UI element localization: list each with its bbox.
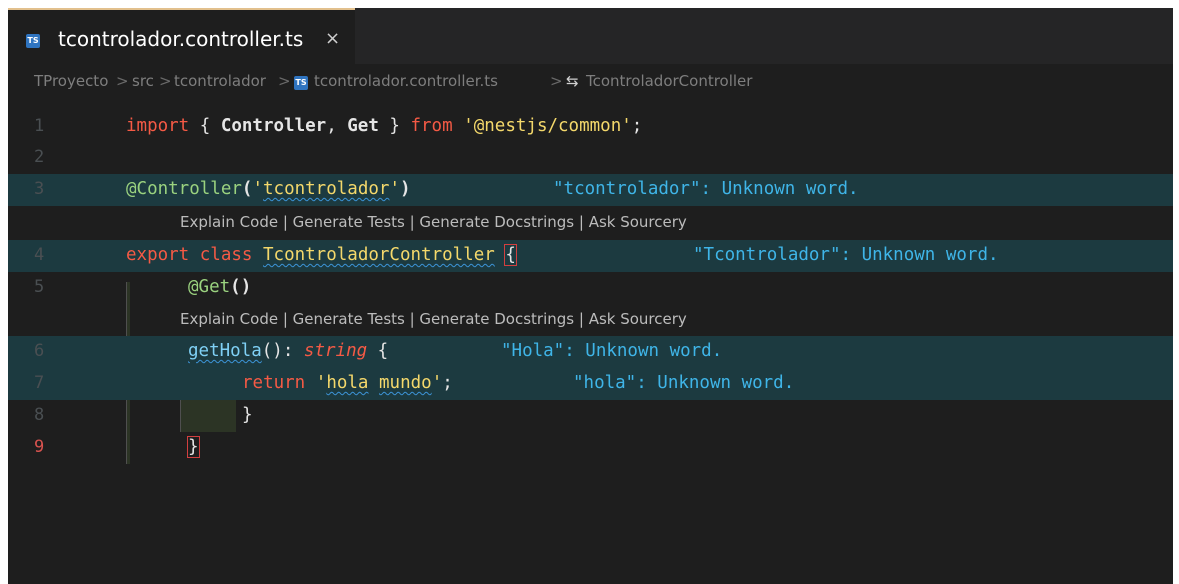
- spell-check-message: "tcontrolador": Unknown word.: [553, 179, 859, 199]
- code-token: }: [187, 436, 200, 458]
- string-literal: ': [431, 373, 443, 393]
- function-name: getHola: [188, 341, 262, 361]
- breadcrumb-file[interactable]: tcontrolador.controller.ts: [314, 72, 498, 90]
- decorator: @Controller: [126, 179, 242, 199]
- code-token: ): [399, 179, 411, 199]
- code-token: {: [189, 116, 221, 136]
- code-token: {: [367, 341, 389, 361]
- decorator: @Get: [188, 277, 231, 297]
- breadcrumb: TProyecto > src > tcontrolador > TS tcon…: [8, 64, 1173, 94]
- sourcery-codelens[interactable]: Explain Code | Generate Tests | Generate…: [180, 310, 687, 328]
- line-number: 2: [34, 147, 45, 167]
- code-token: (: [241, 179, 253, 199]
- keyword: export: [126, 245, 190, 265]
- code-token: ,: [326, 116, 348, 136]
- chevron-right-icon: >: [116, 72, 129, 90]
- line-number: 4: [34, 245, 45, 265]
- keyword: import: [126, 116, 190, 136]
- line-number: 3: [34, 179, 45, 199]
- tab-bar: TS tcontrolador.controller.ts ×: [8, 8, 1173, 64]
- code-line-3[interactable]: 3 @Controller('tcontrolador') "tcontrola…: [8, 174, 1173, 206]
- tab-label: tcontrolador.controller.ts: [58, 27, 304, 51]
- string-literal: ': [252, 179, 263, 199]
- close-icon[interactable]: ×: [325, 28, 340, 49]
- line-number: 7: [34, 373, 45, 393]
- breadcrumb-tcontrolador[interactable]: tcontrolador: [174, 72, 266, 90]
- misspelled-word: hola: [326, 373, 369, 393]
- code-token: }: [378, 116, 411, 136]
- string-literal: ': [315, 373, 327, 393]
- misspelled-word: mundo: [379, 373, 432, 393]
- line-number: 1: [34, 116, 45, 136]
- keyword: class: [199, 245, 253, 265]
- type-annotation: string: [303, 341, 368, 361]
- line-number: 6: [34, 341, 45, 361]
- code-line-1[interactable]: 1 import { Controller, Get } from '@nest…: [8, 111, 1173, 143]
- code-line-7[interactable]: 7 return 'hola mundo'; "hola": Unknown w…: [8, 368, 1173, 400]
- chevron-right-icon: >: [550, 72, 563, 90]
- keyword: from: [410, 116, 453, 136]
- editor-window: TS tcontrolador.controller.ts × TProyect…: [8, 8, 1173, 584]
- code-line-5[interactable]: 5 @Get(): [8, 272, 1173, 304]
- code-token: (): [230, 277, 252, 297]
- misspelled-word: tcontrolador: [263, 179, 390, 199]
- string-literal: ': [389, 179, 400, 199]
- code-token: ():: [261, 341, 304, 361]
- spell-check-message: "hola": Unknown word.: [573, 373, 795, 393]
- line-number: 8: [34, 405, 45, 425]
- code-token: Controller: [220, 116, 327, 136]
- code-line-9[interactable]: 9 }: [8, 432, 1173, 464]
- chevron-right-icon: >: [159, 72, 172, 90]
- chevron-right-icon: >: [278, 72, 291, 90]
- misspelled-word: TcontroladorController: [263, 245, 495, 265]
- code-token: }: [242, 405, 253, 425]
- typescript-file-icon: TS: [294, 76, 308, 90]
- class-symbol-icon: ⇆: [566, 72, 579, 90]
- breadcrumb-symbol[interactable]: TcontroladorController: [586, 72, 752, 90]
- line-number: 5: [34, 277, 45, 297]
- line-number: 9: [34, 437, 45, 457]
- string-literal: [368, 373, 379, 393]
- keyword: return: [242, 373, 306, 393]
- code-token: Get: [347, 116, 379, 136]
- code-line-2[interactable]: 2: [8, 142, 1173, 174]
- code-line-8[interactable]: 8 }: [8, 400, 1173, 432]
- code-token: {: [504, 244, 517, 266]
- code-token: ;: [631, 116, 643, 136]
- typescript-file-icon: TS: [26, 34, 40, 48]
- breadcrumb-project[interactable]: TProyecto: [34, 72, 108, 90]
- tab-tcontrolador-controller[interactable]: TS tcontrolador.controller.ts ×: [8, 8, 355, 64]
- code-token: ;: [442, 373, 453, 393]
- spell-check-message: "Hola": Unknown word.: [501, 341, 723, 361]
- string-literal: '@nestjs/common': [463, 116, 632, 136]
- code-line-4[interactable]: 4 export class TcontroladorController { …: [8, 240, 1173, 272]
- spell-check-message: "Tcontrolador": Unknown word.: [693, 245, 999, 265]
- code-line-6[interactable]: 6 getHola(): string { "Hola": Unknown wo…: [8, 336, 1173, 368]
- sourcery-codelens[interactable]: Explain Code | Generate Tests | Generate…: [180, 213, 687, 231]
- breadcrumb-src[interactable]: src: [132, 72, 154, 90]
